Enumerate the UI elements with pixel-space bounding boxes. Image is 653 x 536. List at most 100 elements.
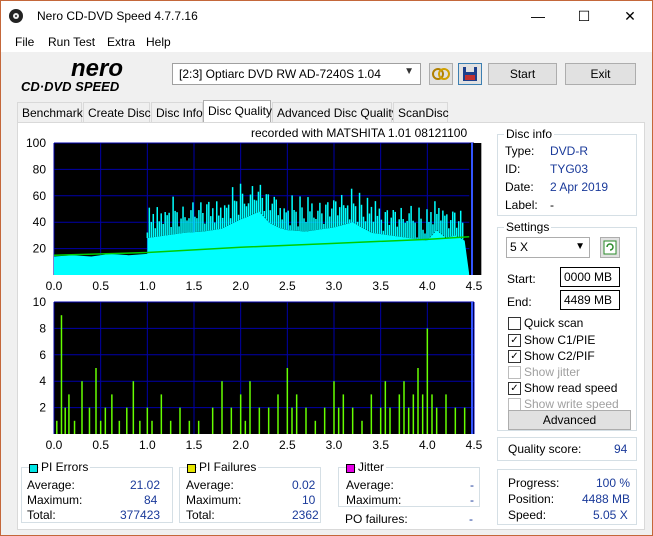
po-failures-value: - — [469, 512, 473, 526]
chain-icon — [432, 68, 450, 80]
x-tick-label: 4.0 — [419, 438, 436, 452]
y-tick-label: 2 — [39, 401, 46, 415]
quick-scan-label: Quick scan — [524, 316, 584, 330]
show-c1-pie-label: Show C1/PIE — [524, 333, 596, 347]
progress-label: Progress: — [508, 476, 560, 490]
show-c1-pie-checkbox[interactable]: ✓ — [508, 334, 521, 347]
y-tick-label: 6 — [39, 348, 46, 362]
pi-errors-title: PI Errors — [39, 460, 91, 474]
disc-label-value: - — [550, 198, 554, 212]
window-title: Nero CD-DVD Speed 4.7.7.16 — [37, 9, 198, 23]
quality-score-value: 94 — [614, 442, 628, 456]
tab-disc-quality[interactable]: Disc Quality — [203, 100, 272, 123]
app-window: Nero CD-DVD Speed 4.7.7.16 — ☐ ✕ File Ru… — [0, 0, 653, 536]
tab-scandisc[interactable]: ScanDisc — [393, 102, 449, 123]
jitter-group: Jitter Average: - Maximum: - — [338, 460, 480, 507]
y-tick-label: 80 — [33, 162, 47, 176]
pi-failures-legend-swatch — [187, 464, 196, 473]
x-tick-label: 4.5 — [466, 438, 483, 452]
y-tick-label: 10 — [33, 296, 47, 309]
plot-area — [54, 302, 474, 434]
jitter-title: Jitter — [356, 460, 387, 474]
x-tick-label: 4.0 — [419, 279, 436, 293]
disc-type-value: DVD-R — [550, 144, 588, 158]
y-tick-label: 60 — [33, 189, 47, 203]
x-tick-label: 0.5 — [92, 279, 109, 293]
tab-advanced-disc-quality[interactable]: Advanced Disc Quality — [272, 102, 398, 123]
x-tick-label: 1.0 — [139, 438, 156, 452]
quick-scan-checkbox[interactable] — [508, 317, 521, 330]
drive-select-value: [2:3] Optiarc DVD RW AD-7240S 1.04 — [179, 67, 381, 81]
x-tick-label: 2.5 — [279, 279, 296, 293]
x-tick-label: 0.5 — [92, 438, 109, 452]
title-bar: Nero CD-DVD Speed 4.7.7.16 — ☐ ✕ — [1, 1, 652, 32]
quality-score-label: Quality score: — [508, 442, 582, 456]
menu-bar: File Run Test Extra Help — [1, 32, 652, 52]
show-read-speed-checkbox[interactable]: ✓ — [508, 382, 521, 395]
advanced-button[interactable]: Advanced — [508, 410, 631, 430]
drive-select[interactable]: [2:3] Optiarc DVD RW AD-7240S 1.04 ▼ — [172, 63, 421, 85]
progress-value: 100 % — [596, 476, 631, 490]
minimize-button[interactable]: — — [515, 1, 561, 32]
menu-file[interactable]: File — [15, 35, 34, 49]
chevron-down-icon: ▼ — [404, 66, 414, 77]
maximize-button[interactable]: ☐ — [561, 1, 607, 32]
end-input[interactable]: 4489 MB — [560, 290, 620, 310]
logo-subtitle: CD·DVD SPEED — [21, 79, 120, 94]
chevron-down-icon: ▼ — [575, 241, 585, 252]
drive-properties-button[interactable] — [429, 63, 453, 85]
pi-errors-maximum-label: Maximum: — [27, 493, 83, 507]
pi-errors-legend-swatch — [29, 464, 38, 473]
menu-help[interactable]: Help — [146, 35, 171, 49]
refresh-icon — [603, 240, 617, 255]
x-tick-label: 1.5 — [186, 438, 203, 452]
po-failures-label: PO failures: — [345, 512, 408, 526]
x-tick-label: 2.0 — [232, 279, 249, 293]
close-button[interactable]: ✕ — [607, 1, 653, 32]
disc-info-title: Disc info — [504, 127, 555, 141]
tab-create-disc[interactable]: Create Disc — [83, 102, 151, 123]
save-button[interactable] — [458, 63, 482, 85]
pi-errors-average-label: Average: — [27, 478, 75, 492]
tab-benchmark[interactable]: Benchmark — [17, 102, 83, 123]
disc-quality-panel: recorded with MATSHITA 1.01 08121100 0.0… — [17, 122, 645, 530]
show-jitter-checkbox[interactable] — [508, 366, 521, 379]
disc-label-label: Label: — [505, 198, 538, 212]
floppy-icon — [463, 67, 477, 81]
x-tick-label: 3.0 — [326, 279, 343, 293]
show-c2-pif-checkbox[interactable]: ✓ — [508, 350, 521, 363]
pi-errors-maximum-value: 84 — [144, 493, 158, 507]
x-tick-label: 1.0 — [139, 279, 156, 293]
speed-label: Speed: — [508, 508, 547, 522]
tab-disc-info[interactable]: Disc Info — [151, 102, 203, 123]
position-label: Position: — [508, 492, 555, 506]
y-tick-label: 4 — [39, 374, 46, 388]
disc-date-value: 2 Apr 2019 — [550, 180, 609, 194]
quality-score-group: Quality score: 94 — [497, 437, 637, 461]
jitter-maximum-label: Maximum: — [346, 493, 402, 507]
x-tick-label: 0.0 — [46, 279, 63, 293]
jitter-average-value: - — [470, 478, 474, 492]
y-tick-label: 20 — [33, 242, 47, 256]
jitter-maximum-value: - — [470, 493, 474, 507]
disc-date-label: Date: — [505, 180, 534, 194]
menu-extra[interactable]: Extra — [107, 35, 135, 49]
menu-run-test[interactable]: Run Test — [48, 35, 95, 49]
refresh-speed-button[interactable] — [600, 237, 620, 258]
start-button[interactable]: Start — [488, 63, 557, 85]
start-label: Start: — [507, 272, 536, 286]
show-c2-pif-label: Show C2/PIF — [524, 349, 595, 363]
x-tick-label: 2.0 — [232, 438, 249, 452]
app-icon — [9, 9, 23, 23]
pi-failures-maximum-label: Maximum: — [186, 493, 242, 507]
position-value: 4488 MB — [582, 492, 631, 506]
start-input[interactable]: 0000 MB — [560, 267, 620, 287]
pi-failures-maximum-value: 10 — [302, 493, 316, 507]
disc-id-value: TYG03 — [550, 162, 589, 176]
end-label: End: — [507, 295, 532, 309]
y-tick-label: 100 — [26, 136, 46, 150]
exit-button[interactable]: Exit — [565, 63, 636, 85]
pi-failures-chart: 0.0 0.5 1.0 1.5 2.0 2.5 3.0 3.5 4.0 4.5 10 8 6 4 2 — [33, 296, 483, 452]
speed-select[interactable]: 5 X ▼ — [506, 237, 590, 258]
pi-failures-title: PI Failures — [197, 460, 259, 474]
